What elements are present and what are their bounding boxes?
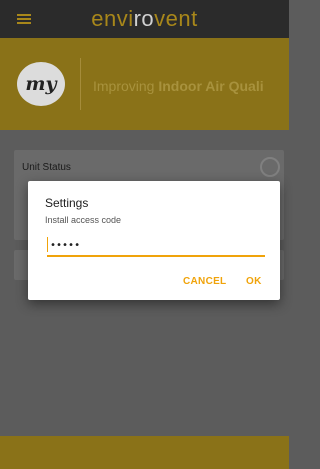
brand-suffix: vent [154, 6, 198, 31]
cancel-button[interactable]: CANCEL [183, 276, 226, 287]
access-code-label: Install access code [45, 215, 122, 225]
hero-banner: my Improving Indoor Air Quali [0, 38, 289, 130]
hero-tagline-prefix: Improving [93, 78, 159, 94]
top-app-bar: envirovent [0, 0, 289, 38]
power-icon[interactable] [260, 157, 280, 177]
unit-status-title: Unit Status [22, 162, 71, 173]
bottom-bar [0, 436, 289, 469]
brand-logo: envirovent [0, 6, 289, 32]
settings-dialog: Settings Install access code CANCEL OK [28, 181, 280, 300]
brand-accent: ro [133, 6, 155, 31]
access-code-input[interactable] [47, 236, 265, 255]
text-caret [47, 237, 48, 252]
hero-tagline-bold: Indoor Air Quali [158, 78, 264, 94]
dialog-title: Settings [45, 196, 89, 210]
hero-divider [80, 58, 81, 110]
brand-prefix: envi [91, 6, 134, 31]
ok-button[interactable]: OK [246, 276, 262, 287]
hero-tagline: Improving Indoor Air Quali [93, 78, 264, 94]
access-code-field[interactable] [47, 235, 265, 257]
my-logo: my [17, 62, 65, 106]
